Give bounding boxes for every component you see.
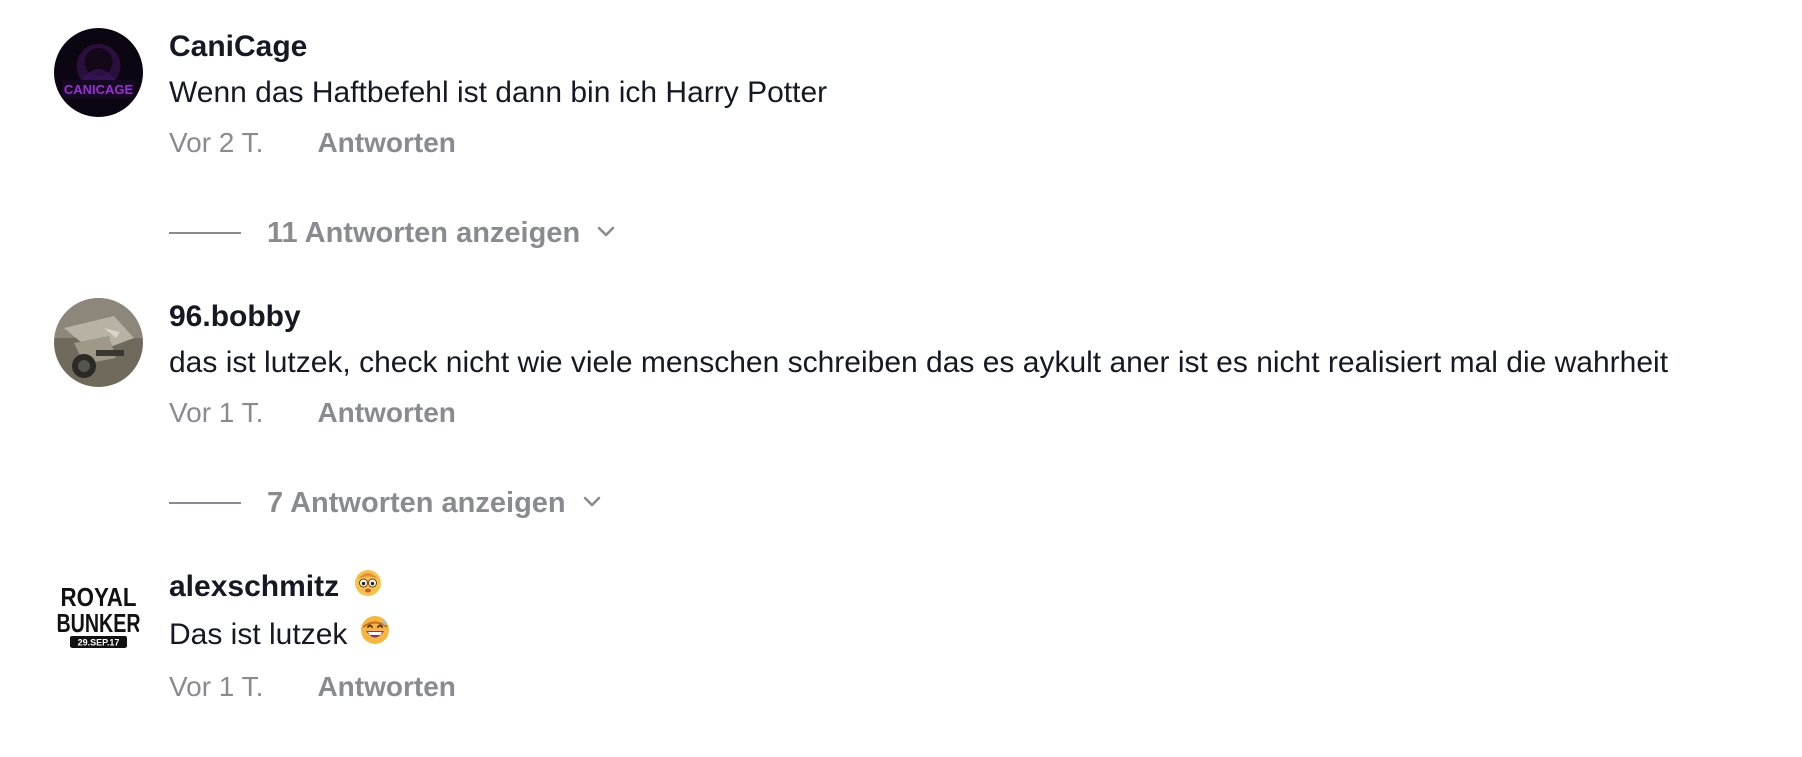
avatar-text-line3: 29.SEP.17 xyxy=(78,638,120,648)
reply-button[interactable]: Antworten xyxy=(317,668,455,706)
username[interactable]: 96.bobby xyxy=(169,298,1802,336)
avatar[interactable]: ROYAL BUNKER 29.SEP.17 xyxy=(54,568,143,657)
avatar[interactable]: CANICAGE xyxy=(54,28,143,117)
comment-text: Das ist lutzek xyxy=(169,614,1802,656)
avatar-image: ROYAL BUNKER 29.SEP.17 xyxy=(54,568,143,657)
comment-text-content: das ist lutzek, check nicht wie viele me… xyxy=(169,346,1669,379)
avatar-image xyxy=(54,298,143,387)
comment-text-content: Das ist lutzek xyxy=(169,618,348,651)
comment-meta: Vor 1 T. Antworten xyxy=(169,668,1802,706)
view-replies-label: 7 Antworten anzeigen xyxy=(267,486,566,519)
username-row: alexschmitz xyxy=(169,568,1802,606)
comment-text: Wenn das Haftbefehl ist dann bin ich Har… xyxy=(169,74,1802,112)
avatar[interactable] xyxy=(54,298,143,387)
timestamp: Vor 1 T. xyxy=(169,671,264,702)
avatar-image: CANICAGE xyxy=(54,28,143,117)
divider-line xyxy=(169,232,241,234)
grinning-sweat-emoji-icon xyxy=(359,614,391,656)
timestamp: Vor 2 T. xyxy=(169,127,264,158)
view-replies-button[interactable]: 7 Antworten anzeigen xyxy=(169,483,604,523)
comment-meta: Vor 1 T. Antworten xyxy=(169,394,1802,432)
username[interactable]: CaniCage xyxy=(169,28,1802,66)
chevron-down-icon xyxy=(580,489,604,518)
view-replies-button[interactable]: 11 Antworten anzeigen xyxy=(169,213,618,253)
avatar-text: CANICAGE xyxy=(64,82,134,97)
avatar-text-line2: BUNKER xyxy=(57,608,141,638)
face-emoji-icon xyxy=(353,567,383,607)
timestamp: Vor 1 T. xyxy=(169,397,264,428)
view-replies-label: 11 Antworten anzeigen xyxy=(267,216,581,249)
reply-button[interactable]: Antworten xyxy=(317,124,455,162)
divider-line xyxy=(169,502,241,504)
reply-button[interactable]: Antworten xyxy=(317,394,455,432)
chevron-down-icon xyxy=(594,219,618,248)
comment-text: das ist lutzek, check nicht wie viele me… xyxy=(169,344,1802,382)
comment-text-content: Wenn das Haftbefehl ist dann bin ich Har… xyxy=(169,76,828,109)
username[interactable]: alexschmitz xyxy=(169,568,339,606)
comment-meta: Vor 2 T. Antworten xyxy=(169,124,1802,162)
